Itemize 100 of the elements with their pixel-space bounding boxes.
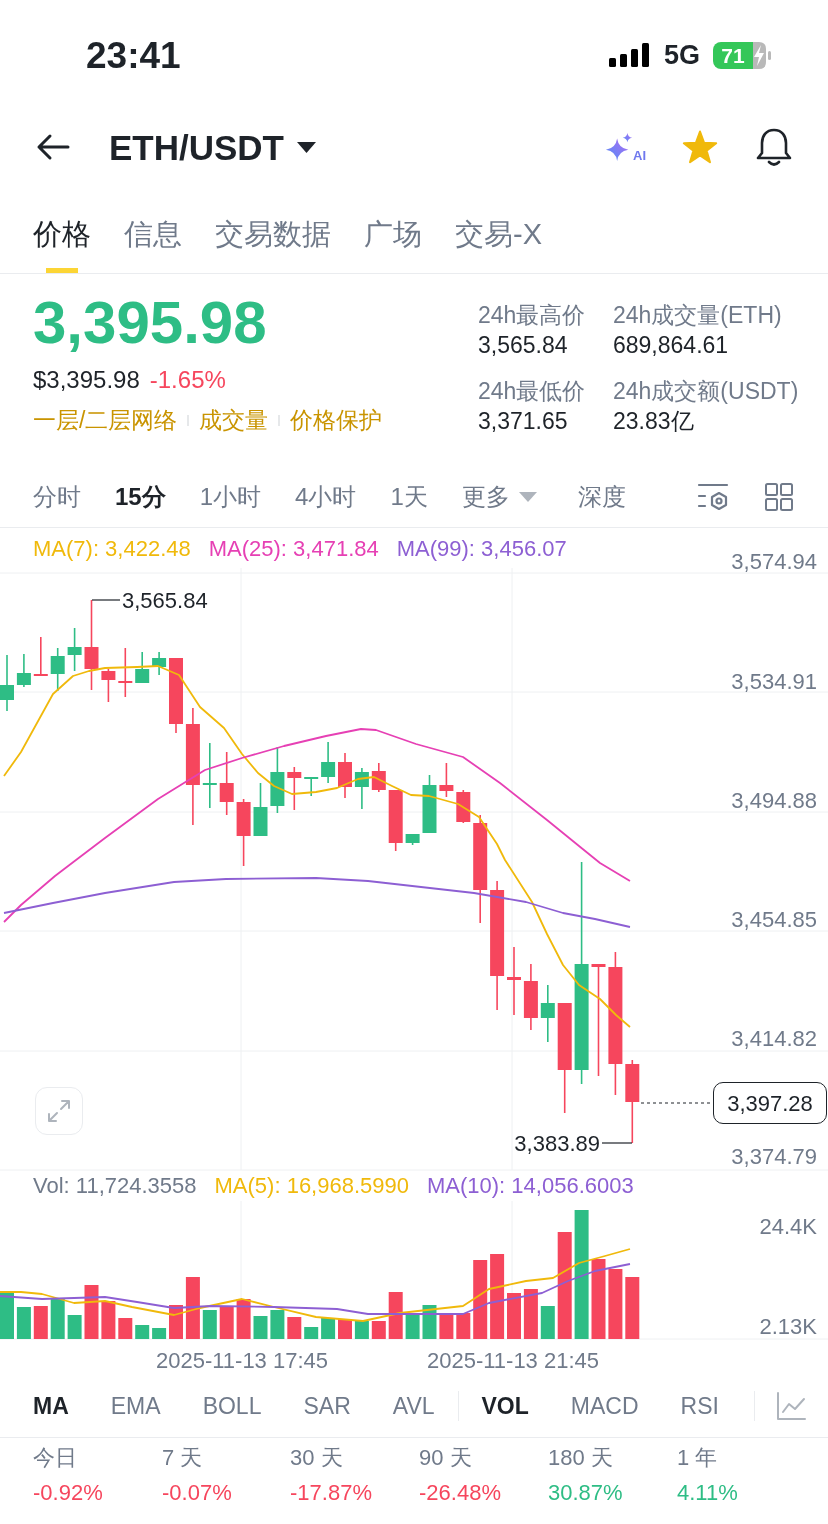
interval-tab[interactable]: 分时 (33, 481, 81, 512)
info-link[interactable]: 成交量 (199, 405, 269, 435)
candle (338, 752, 352, 799)
settings-icon[interactable] (697, 481, 729, 512)
candle (405, 833, 420, 846)
indicator-tab[interactable]: AVL (392, 1391, 435, 1421)
volume-bar (287, 1317, 302, 1339)
tab[interactable]: 信息 (124, 217, 182, 273)
price-axis-label: 3,454.85 (731, 907, 817, 932)
volume-bar (388, 1292, 403, 1339)
candle (152, 651, 167, 676)
volume-bar (439, 1313, 454, 1339)
price-axis-label: 3,574.94 (731, 549, 817, 574)
volume-bar (50, 1299, 65, 1339)
volume-bar (16, 1307, 31, 1339)
stat-label: 24h成交额(USDT) (613, 377, 799, 406)
volume-bar (507, 1293, 521, 1339)
price-axis-label: 3,534.91 (731, 669, 817, 694)
period-label: 180 天 (548, 1444, 613, 1472)
price-axis-label: 3,414.82 (731, 1026, 817, 1051)
star-icon[interactable] (682, 130, 718, 164)
info-link[interactable]: 价格保护 (290, 405, 383, 435)
period-label: 7 天 (162, 1444, 203, 1472)
volume-bar (625, 1277, 640, 1339)
stat-label: 24h成交量(ETH) (613, 301, 782, 330)
pair-selector[interactable]: ETH/USDT (109, 129, 316, 165)
indicator-tab[interactable]: MA (33, 1391, 69, 1421)
more-menu[interactable]: 更多 (461, 481, 537, 512)
battery-level: 71 (713, 41, 753, 69)
volume-bar (371, 1321, 386, 1339)
candle (50, 647, 65, 692)
volume-bar (321, 1318, 336, 1339)
time-axis-label: 2025-11-13 17:45 (155, 1348, 329, 1373)
tab[interactable]: 交易数据 (215, 217, 331, 273)
indicator-tab[interactable]: RSI (680, 1391, 719, 1421)
volume-bar (456, 1313, 471, 1339)
volume-axis-label: 24.4K (759, 1214, 817, 1239)
tab[interactable]: 交易-X (455, 217, 542, 273)
candle (287, 766, 302, 811)
ai-assistant-button[interactable]: AI (605, 132, 646, 162)
bell-icon[interactable] (755, 127, 793, 167)
period-change: 4.11% (677, 1479, 738, 1507)
indicator-tab[interactable]: SAR (303, 1391, 351, 1421)
indicator-tab[interactable]: VOL (481, 1391, 529, 1421)
volume-bar (33, 1306, 48, 1339)
stat-label: 24h最高价 (478, 301, 586, 330)
candle (354, 767, 369, 810)
volume-bar (219, 1306, 234, 1339)
volume-bar (67, 1315, 82, 1339)
tab[interactable]: 价格 (33, 217, 91, 273)
volume-legend-label: Vol: 11,724.3558 (33, 1173, 197, 1199)
last-price: 3,395.98 (33, 293, 267, 353)
candle (236, 798, 251, 867)
candle (422, 774, 437, 834)
volume-bar (202, 1310, 217, 1339)
indicator-tab[interactable]: EMA (110, 1391, 161, 1421)
candle (0, 654, 14, 712)
candle (371, 762, 386, 793)
volume-bar (0, 1292, 14, 1339)
interval-tab[interactable]: 1小时 (199, 481, 262, 512)
period-label: 90 天 (419, 1444, 472, 1472)
candle (456, 789, 471, 824)
indicator-tab[interactable]: MACD (570, 1391, 639, 1421)
stat-value: 689,864.61 (613, 331, 729, 360)
volume-axis-label: 2.13K (759, 1314, 817, 1339)
period-label: 30 天 (290, 1444, 343, 1472)
volume-bar (152, 1328, 167, 1339)
volume-bar (608, 1269, 623, 1339)
volume-legend-label: MA(5): 16,968.5990 (214, 1173, 409, 1199)
leader-line (91, 599, 121, 601)
volume-bar (540, 1306, 555, 1339)
interval-tab[interactable]: 4小时 (295, 481, 357, 512)
period-change: -0.07% (162, 1479, 232, 1507)
grid-icon[interactable] (765, 482, 793, 511)
candle (270, 746, 285, 814)
leader-line (601, 1142, 633, 1144)
candle (507, 946, 521, 1016)
volume-legend-label: MA(10): 14,056.6003 (427, 1173, 634, 1199)
tab[interactable]: 广场 (364, 217, 422, 273)
candle (388, 789, 403, 852)
info-link[interactable]: 一层/二层网络 (33, 405, 178, 435)
expand-icon (46, 1098, 72, 1124)
back-arrow-icon[interactable] (36, 133, 70, 161)
last-price-tag: 3,397.28 (713, 1082, 827, 1124)
indicator-tab[interactable]: BOLL (202, 1391, 262, 1421)
depth-tab[interactable]: 深度 (577, 481, 626, 512)
price-axis-label: 3,374.79 (731, 1144, 817, 1169)
candle (439, 762, 454, 798)
signal-icon (608, 43, 650, 67)
interval-tab[interactable]: 15分 (115, 481, 166, 512)
candle (253, 782, 268, 837)
interval-tab[interactable]: 1天 (390, 481, 428, 512)
stat-value: 3,565.84 (478, 331, 568, 360)
status-time: 23:41 (86, 36, 181, 74)
volume-bar (118, 1318, 133, 1339)
candle (16, 653, 31, 688)
ma-legend-label: MA(25): 3,471.84 (208, 535, 379, 563)
volume-bar (236, 1299, 251, 1339)
candle (118, 647, 133, 698)
sparkle-icon (605, 132, 633, 162)
